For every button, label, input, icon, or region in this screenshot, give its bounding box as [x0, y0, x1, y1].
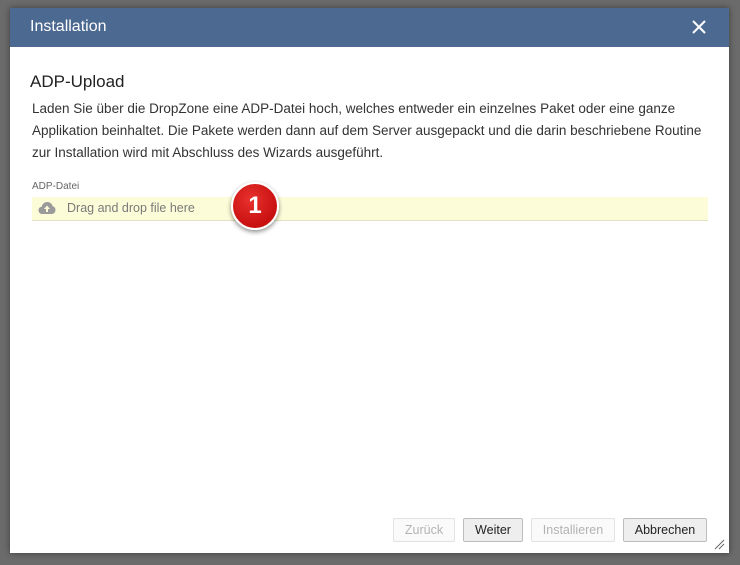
cancel-button[interactable]: Abbrechen — [623, 518, 707, 542]
cloud-upload-icon — [38, 201, 56, 215]
close-icon[interactable] — [689, 17, 709, 37]
install-button[interactable]: Installieren — [531, 518, 615, 542]
adp-file-label: ADP-Datei — [32, 181, 80, 192]
section-description: Laden Sie über die DropZone eine ADP-Dat… — [32, 101, 702, 160]
dialog-title: Installation — [30, 18, 107, 35]
next-button[interactable]: Weiter — [463, 518, 523, 542]
resize-grip-icon[interactable] — [713, 537, 725, 550]
installation-dialog: Installation ADP-Upload Laden Sie über d… — [10, 8, 729, 553]
step-marker-badge: 1 — [231, 182, 279, 230]
back-button[interactable]: Zurück — [393, 518, 455, 542]
dropzone-text: Drag and drop file here — [67, 201, 195, 215]
file-dropzone[interactable]: Drag and drop file here — [32, 197, 708, 221]
section-heading: ADP-Upload — [30, 72, 125, 91]
dialog-titlebar[interactable]: Installation — [10, 8, 729, 47]
